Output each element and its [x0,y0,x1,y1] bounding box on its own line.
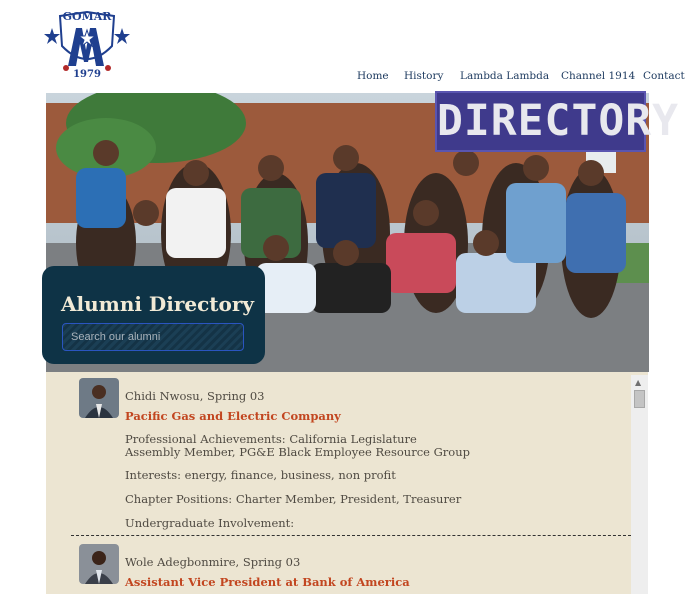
scroll-up-arrow-icon[interactable]: ▲ [635,378,641,387]
alumni-interests: Interests: energy, finance, business, no… [125,468,396,482]
nav-contact[interactable]: Contact [643,70,685,82]
alumni-organization: Assistant Vice President at Bank of Amer… [125,575,410,589]
alumni-achievements: Professional Achievements: California Le… [125,432,470,459]
site-logo[interactable]: GOMAR 1979 [44,6,130,80]
entry-divider [71,535,631,536]
alumni-chapter-positions: Chapter Positions: Charter Member, Presi… [125,492,462,506]
avatar [79,544,119,584]
nav-channel-1914[interactable]: Channel 1914 [561,70,635,82]
alumni-undergrad-involvement: Undergraduate Involvement: [125,516,295,530]
alumni-organization: Pacific Gas and Electric Company [125,409,341,423]
alumni-search-input[interactable] [62,323,244,351]
scroll-thumb[interactable] [634,390,645,408]
main-nav: Home History Lambda Lambda Channel 1914 … [0,70,695,84]
nav-history[interactable]: History [404,70,443,82]
nav-lambda-lambda[interactable]: Lambda Lambda [460,70,549,82]
logo-text-top: GOMAR [63,10,113,23]
directory-stamp: DIRECTORY [435,91,679,152]
alumni-list[interactable]: Chidi Nwosu, Spring 03 Pacific Gas and E… [46,372,648,594]
alumni-list-scrollbar[interactable]: ▲ [631,375,648,594]
avatar [79,378,119,418]
page-title: Alumni Directory [61,292,255,316]
alumni-name: Chidi Nwosu, Spring 03 [125,389,265,403]
alumni-name: Wole Adegbonmire, Spring 03 [125,555,301,569]
directory-stamp-text: DIRECTORY [437,96,679,146]
search-card: Alumni Directory [42,266,265,364]
nav-home[interactable]: Home [357,70,389,82]
